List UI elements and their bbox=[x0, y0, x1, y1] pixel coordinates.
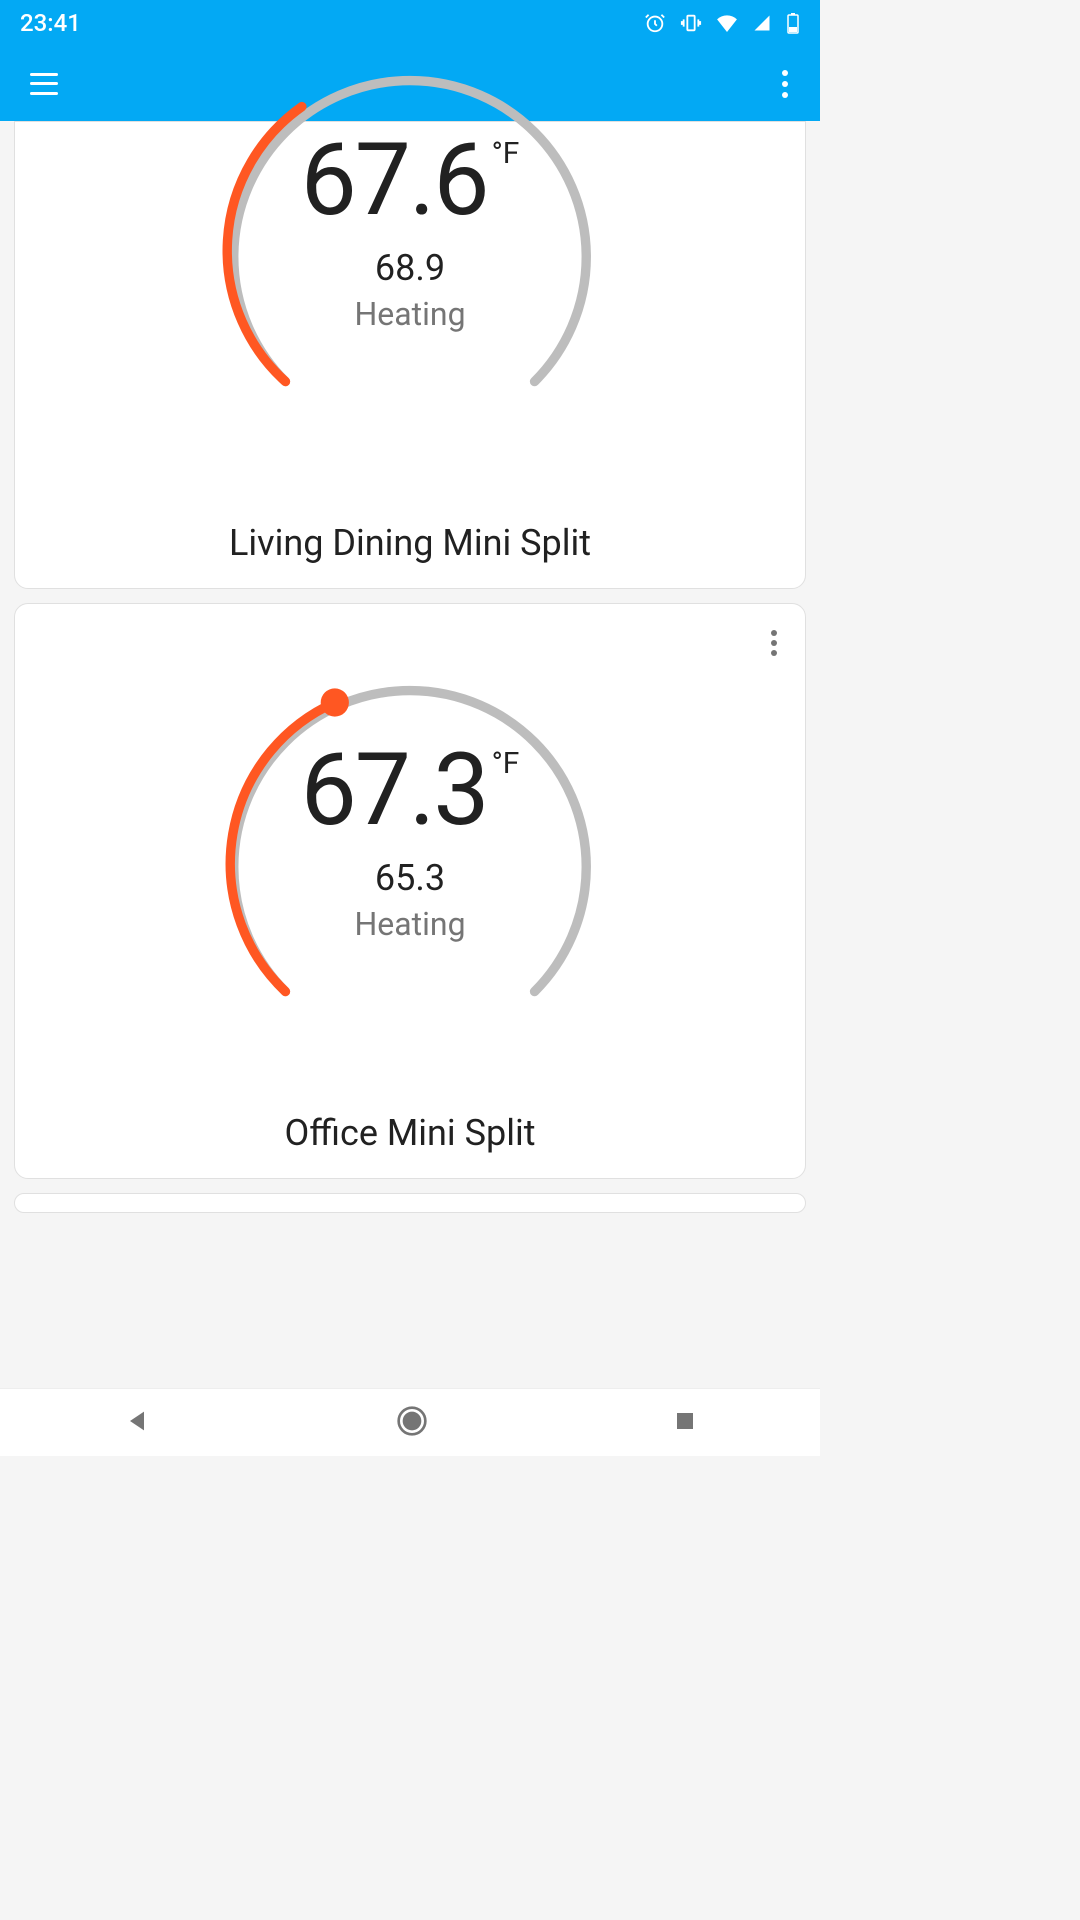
thermostat-card: 67.6 °F 68.9 Heating Living Dining Mini … bbox=[14, 121, 806, 589]
square-recents-icon bbox=[673, 1409, 697, 1433]
navigation-bar bbox=[0, 1388, 820, 1456]
home-button[interactable] bbox=[396, 1405, 428, 1441]
menu-button[interactable] bbox=[30, 73, 58, 95]
power-mode-button[interactable] bbox=[669, 1052, 713, 1096]
current-temperature: 67.3 bbox=[301, 732, 488, 849]
status-icons bbox=[644, 12, 800, 34]
schedule-mode-button[interactable] bbox=[107, 462, 151, 506]
vibrate-icon bbox=[680, 12, 702, 34]
target-temperature: 68.9 bbox=[175, 247, 645, 289]
current-temperature: 67.6 bbox=[301, 122, 488, 239]
device-name: Office Mini Split bbox=[33, 1112, 787, 1154]
circle-home-icon bbox=[396, 1405, 428, 1437]
thermostat-card-partial bbox=[14, 1193, 806, 1213]
mode-status: Heating bbox=[175, 905, 645, 943]
card-more-button[interactable] bbox=[767, 626, 781, 660]
recents-button[interactable] bbox=[673, 1409, 697, 1437]
power-mode-button[interactable] bbox=[669, 462, 713, 506]
gauge-readout: 67.6 °F 68.9 Heating bbox=[175, 122, 645, 333]
temperature-gauge[interactable]: 67.6 °F 68.9 Heating bbox=[175, 2, 645, 512]
temperature-unit: °F bbox=[492, 136, 520, 171]
device-name: Living Dining Mini Split bbox=[33, 522, 787, 564]
back-button[interactable] bbox=[123, 1407, 151, 1439]
mode-status: Heating bbox=[175, 295, 645, 333]
wifi-icon bbox=[716, 14, 738, 32]
temperature-unit: °F bbox=[492, 746, 520, 781]
schedule-mode-button[interactable] bbox=[107, 1052, 151, 1096]
content-area: 67.6 °F 68.9 Heating Living Dining Mini … bbox=[0, 121, 820, 1213]
battery-icon bbox=[786, 12, 800, 34]
signal-icon bbox=[752, 14, 772, 32]
thermostat-card: 67.3 °F 65.3 Heating Office Mini Split bbox=[14, 603, 806, 1179]
more-menu-button[interactable] bbox=[778, 66, 792, 102]
target-temperature: 65.3 bbox=[175, 857, 645, 899]
gauge-readout: 67.3 °F 65.3 Heating bbox=[175, 732, 645, 943]
triangle-back-icon bbox=[123, 1407, 151, 1435]
status-time: 23:41 bbox=[20, 9, 81, 37]
alarm-icon bbox=[644, 12, 666, 34]
temperature-gauge[interactable]: 67.3 °F 65.3 Heating bbox=[175, 632, 645, 1102]
